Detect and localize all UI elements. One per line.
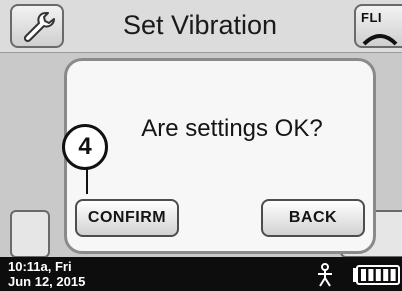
wrench-icon xyxy=(23,12,55,42)
callout-pointer-line xyxy=(86,166,88,194)
background-left-button xyxy=(10,210,50,258)
page-title: Set Vibration xyxy=(122,10,278,40)
status-time: 10:11a, Fri xyxy=(8,259,72,274)
confirm-dialog: Are settings OK? CONFIRM BACK xyxy=(64,58,376,254)
person-icon xyxy=(318,263,332,287)
arc-icon xyxy=(362,34,398,46)
back-button[interactable]: BACK xyxy=(261,199,365,237)
battery-cell xyxy=(368,269,374,281)
step-callout: 4 xyxy=(62,124,108,170)
confirm-button[interactable]: CONFIRM xyxy=(75,199,179,237)
header-bar: Set Vibration FLI xyxy=(0,0,402,53)
pump-screen: Set Vibration FLI EL Are settings OK? CO… xyxy=(0,0,402,291)
flight-mode-button[interactable]: FLI xyxy=(354,4,402,48)
battery-icon xyxy=(353,265,400,285)
battery-cell xyxy=(375,269,381,281)
dialog-question: Are settings OK? xyxy=(141,115,323,142)
battery-cell xyxy=(361,269,366,281)
flight-button-label: FLI xyxy=(361,10,382,25)
settings-button[interactable] xyxy=(10,4,64,48)
status-bar: 10:11a, Fri Jun 12, 2015 xyxy=(0,257,402,291)
battery-cell xyxy=(390,269,396,281)
battery-cell xyxy=(383,269,389,281)
status-date: Jun 12, 2015 xyxy=(8,274,86,289)
